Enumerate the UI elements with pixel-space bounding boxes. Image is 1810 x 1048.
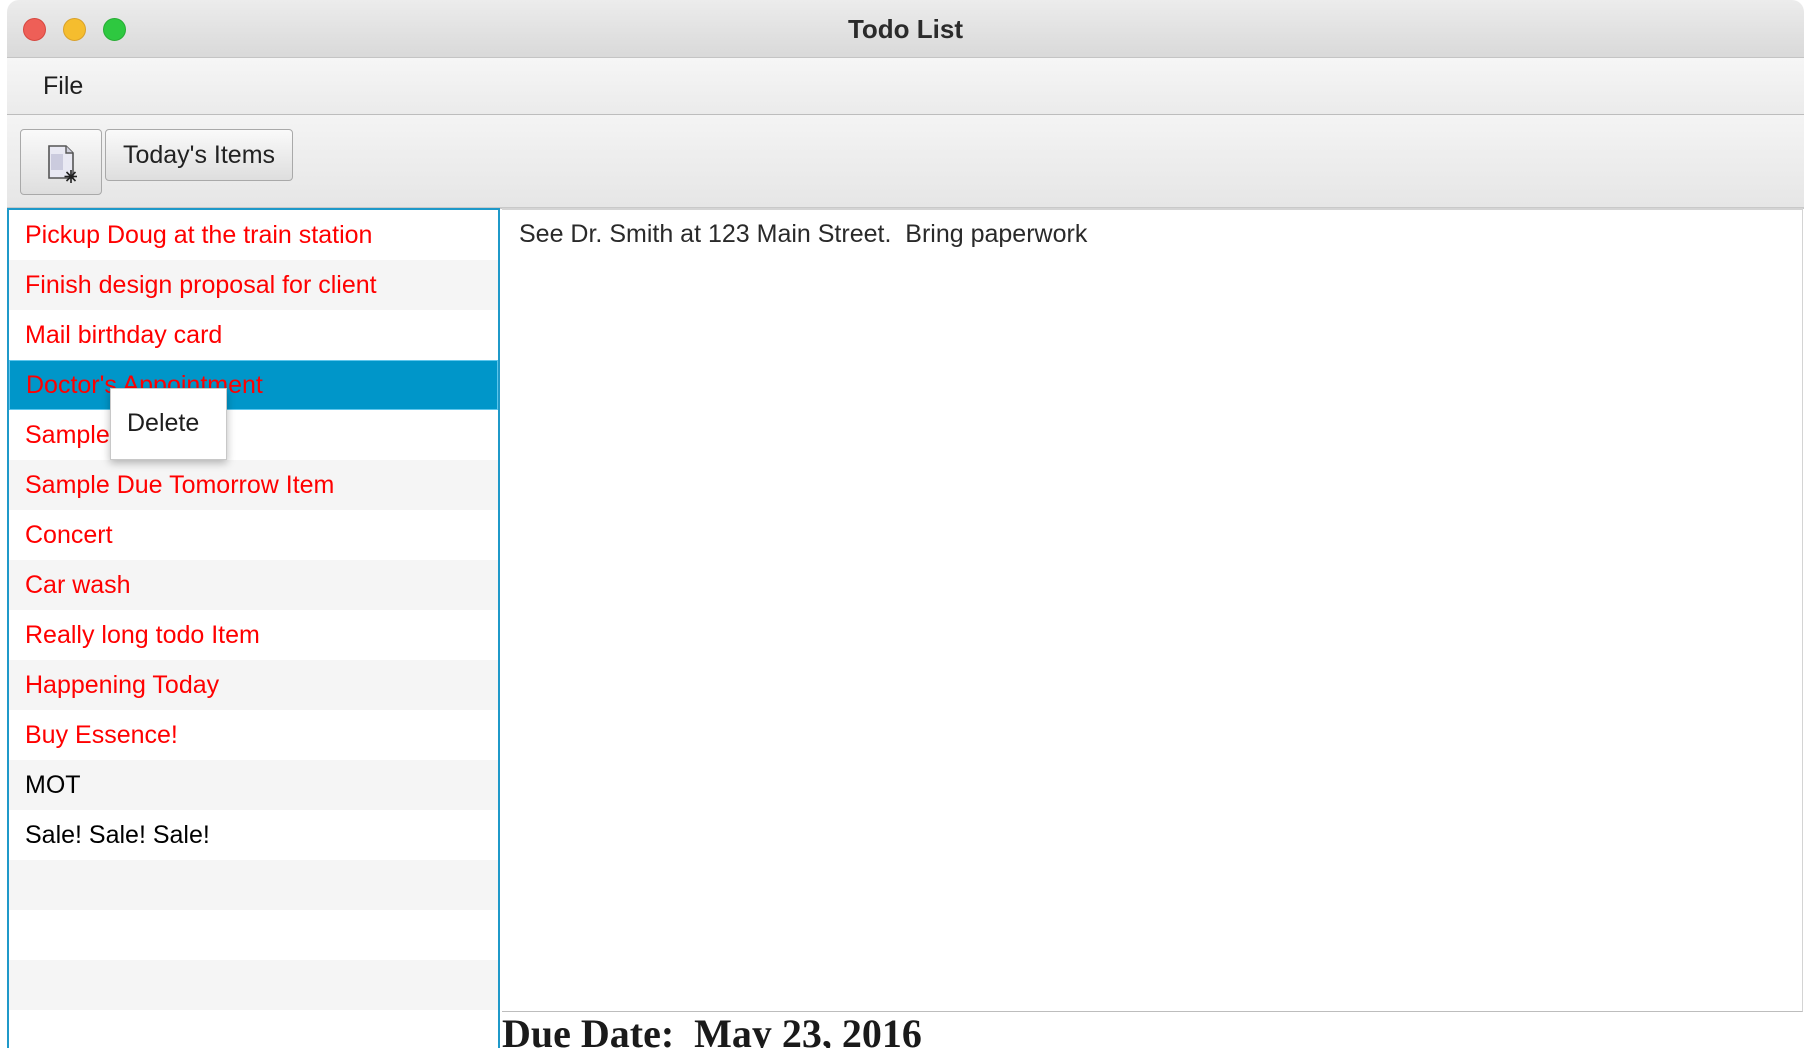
list-item[interactable]: Mail birthday card [9, 310, 498, 360]
list-item[interactable]: Car wash [9, 560, 498, 610]
menu-bar: File [7, 58, 1804, 115]
list-item[interactable]: Sample [9, 410, 498, 460]
list-item[interactable]: Really long todo Item [9, 610, 498, 660]
list-item[interactable]: Sample Due Tomorrow Item [9, 460, 498, 510]
details-text-area[interactable]: See Dr. Smith at 123 Main Street. Bring … [502, 208, 1803, 1012]
details-text: See Dr. Smith at 123 Main Street. Bring … [519, 220, 1088, 248]
new-item-button[interactable] [20, 129, 102, 195]
todays-items-button[interactable]: Today's Items [105, 129, 293, 181]
list-empty-row [9, 1010, 498, 1048]
list-empty-row [9, 910, 498, 960]
list-empty-row [9, 860, 498, 910]
delete-menu-item[interactable]: Delete [127, 409, 199, 438]
list-item[interactable]: Pickup Doug at the train station [9, 210, 498, 260]
list-item[interactable]: Finish design proposal for client [9, 260, 498, 310]
new-document-icon [48, 145, 77, 183]
menu-file[interactable]: File [43, 72, 83, 101]
list-item[interactable]: MOT [9, 760, 498, 810]
list-item-selected[interactable]: Doctor's Appointment [9, 360, 498, 410]
due-date-label: Due Date: May 23, 2016 [502, 1011, 922, 1048]
toolbar: Today's Items [7, 115, 1804, 209]
context-menu: Delete [110, 388, 227, 460]
list-item[interactable]: Buy Essence! [9, 710, 498, 760]
app-window: Todo List File Today's Items Pickup Doug… [0, 0, 1810, 1048]
list-item[interactable]: Sale! Sale! Sale! [9, 810, 498, 860]
list-empty-row [9, 960, 498, 1010]
title-bar[interactable]: Todo List [7, 0, 1804, 58]
window-title: Todo List [847, 14, 964, 44]
list-item[interactable]: Happening Today [9, 660, 498, 710]
todo-list[interactable]: Pickup Doug at the train station Finish … [7, 208, 500, 1048]
list-item[interactable]: Concert [9, 510, 498, 560]
